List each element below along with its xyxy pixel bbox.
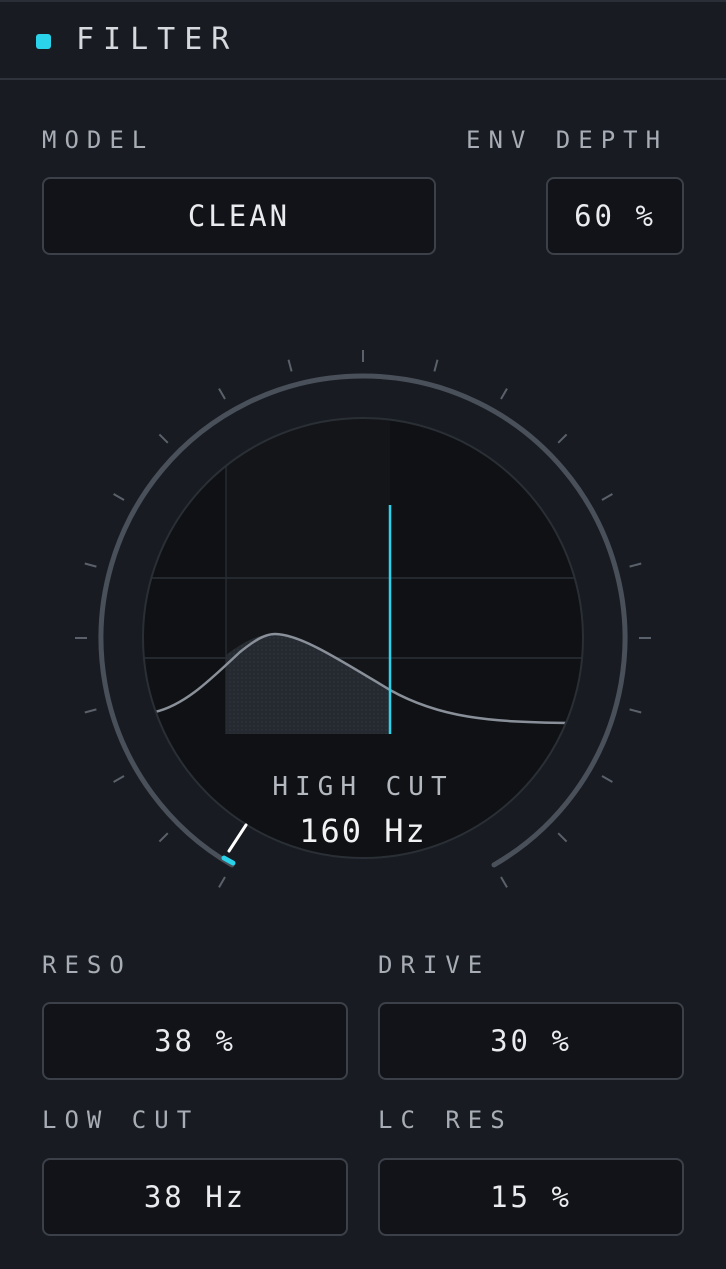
knob-tick	[218, 388, 226, 400]
drive-label: DRIVE	[378, 951, 491, 979]
low-cut-value: 38 Hz	[143, 1180, 247, 1214]
active-led-icon	[36, 34, 51, 49]
reso-value: 38 %	[154, 1024, 236, 1058]
knob-tick	[113, 493, 125, 501]
knob-tick	[84, 708, 97, 714]
env-depth-label: ENV DEPTH	[466, 126, 669, 154]
reso-field[interactable]: 38 %	[42, 1002, 348, 1080]
low-cut-label: LOW CUT	[42, 1106, 200, 1134]
lc-res-label: LC RES	[378, 1106, 513, 1134]
knob-tick	[629, 562, 642, 568]
high-cut-value: 160 Hz	[299, 812, 427, 850]
knob-tick	[287, 359, 293, 372]
knob-tick	[84, 562, 97, 568]
knob-tick	[629, 708, 642, 714]
knob-tick	[218, 876, 226, 888]
drive-field[interactable]: 30 %	[378, 1002, 684, 1080]
model-selector[interactable]: CLEAN	[42, 177, 436, 255]
env-depth-field[interactable]: 60 %	[546, 177, 684, 255]
model-value: CLEAN	[187, 199, 291, 233]
filter-header: FILTER	[0, 0, 726, 80]
model-label: MODEL	[42, 126, 155, 154]
filter-panel: FILTER MODEL CLEAN ENV DEPTH 60 % HIGH C…	[0, 0, 726, 1269]
knob-tick	[500, 876, 508, 888]
lc-res-field[interactable]: 15 %	[378, 1158, 684, 1236]
knob-tick	[601, 493, 613, 501]
reso-label: RESO	[42, 951, 132, 979]
knob-tick	[557, 433, 568, 444]
lc-res-value: 15 %	[490, 1180, 572, 1214]
env-depth-value: 60 %	[574, 199, 656, 233]
knob-tick	[433, 359, 439, 372]
knob-tick	[500, 388, 508, 400]
knob-tick	[158, 433, 169, 444]
drive-value: 30 %	[490, 1024, 572, 1058]
low-cut-field[interactable]: 38 Hz	[42, 1158, 348, 1236]
high-cut-label: HIGH CUT	[272, 772, 454, 802]
section-title: FILTER	[76, 22, 239, 57]
